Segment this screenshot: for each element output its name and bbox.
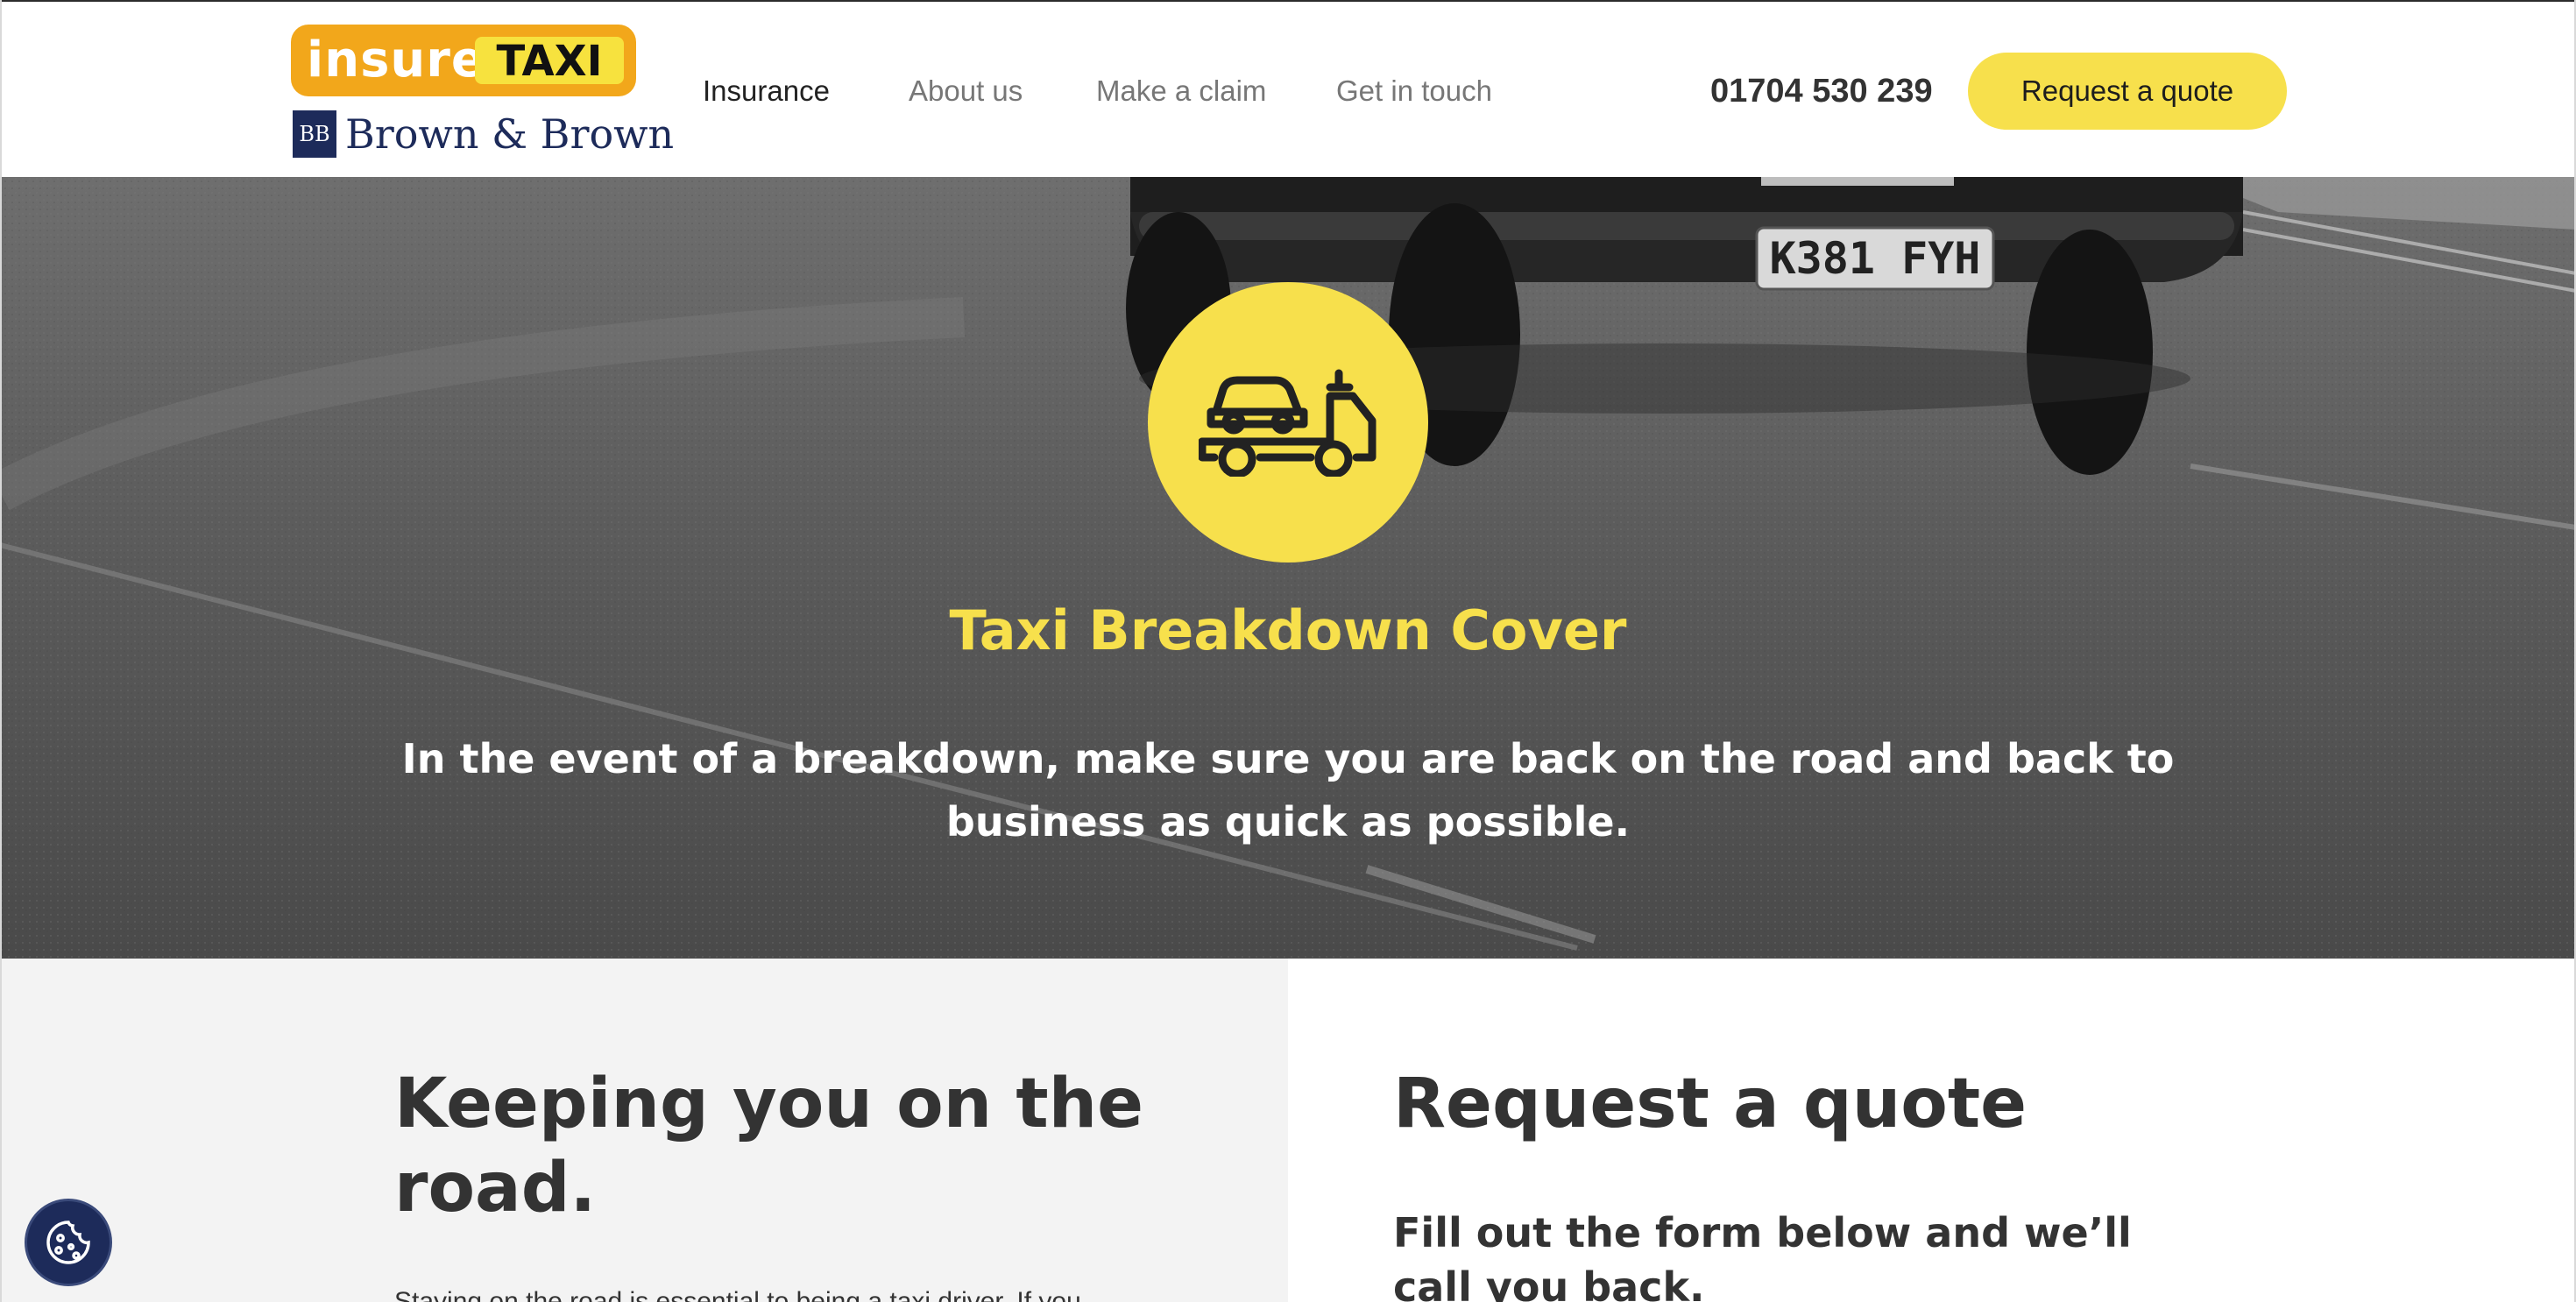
brown-brown-text: Brown & Brown bbox=[345, 110, 675, 158]
cookie-icon bbox=[46, 1221, 90, 1264]
hero-title: Taxi Breakdown Cover bbox=[949, 598, 1627, 662]
request-quote-heading: Request a quote bbox=[1393, 1065, 2028, 1143]
hero-section: K381 FYH Taxi Breakdown Cover In the eve… bbox=[0, 177, 2576, 959]
phone-number-link[interactable]: 01704 530 239 bbox=[1710, 67, 1933, 116]
hero-subtitle: In the event of a breakdown, make sure y… bbox=[401, 735, 2175, 846]
request-quote-subheading: Fill out the form below and we’ll call y… bbox=[1393, 1209, 2132, 1302]
keeping-on-road-body: Staying on the road is essential to bein… bbox=[394, 1287, 1081, 1302]
site-header: insure TAXI BB Brown & Brown Insurance A… bbox=[0, 0, 2576, 177]
keeping-on-road-heading: Keeping you on the road. bbox=[394, 1065, 1144, 1228]
request-quote-section: Request a quote Fill out the form below … bbox=[1288, 959, 2576, 1302]
insure-taxi-logo[interactable]: insure TAXI BB Brown & Brown bbox=[291, 25, 674, 161]
nav-item-about-us[interactable]: About us bbox=[909, 67, 1023, 116]
request-quote-button[interactable]: Request a quote bbox=[1968, 53, 2287, 130]
brown-brown-mark: BB bbox=[293, 110, 336, 158]
breakdown-icon-badge bbox=[1148, 282, 1428, 563]
logo-taxi-text: TAXI bbox=[475, 37, 624, 86]
cookie-settings-button[interactable] bbox=[25, 1199, 112, 1286]
nav-item-insurance[interactable]: Insurance bbox=[703, 67, 830, 116]
logo-insure-taxi-badge: insure TAXI bbox=[291, 25, 636, 96]
nav-item-get-in-touch[interactable]: Get in touch bbox=[1336, 67, 1492, 116]
tow-truck-icon bbox=[1199, 369, 1376, 477]
logo-insure-text: insure bbox=[307, 32, 485, 88]
nav-item-make-a-claim[interactable]: Make a claim bbox=[1096, 67, 1266, 116]
taxi-license-plate: K381 FYH bbox=[1770, 233, 1981, 284]
keeping-on-road-section: Keeping you on the road. Staying on the … bbox=[0, 959, 1288, 1302]
